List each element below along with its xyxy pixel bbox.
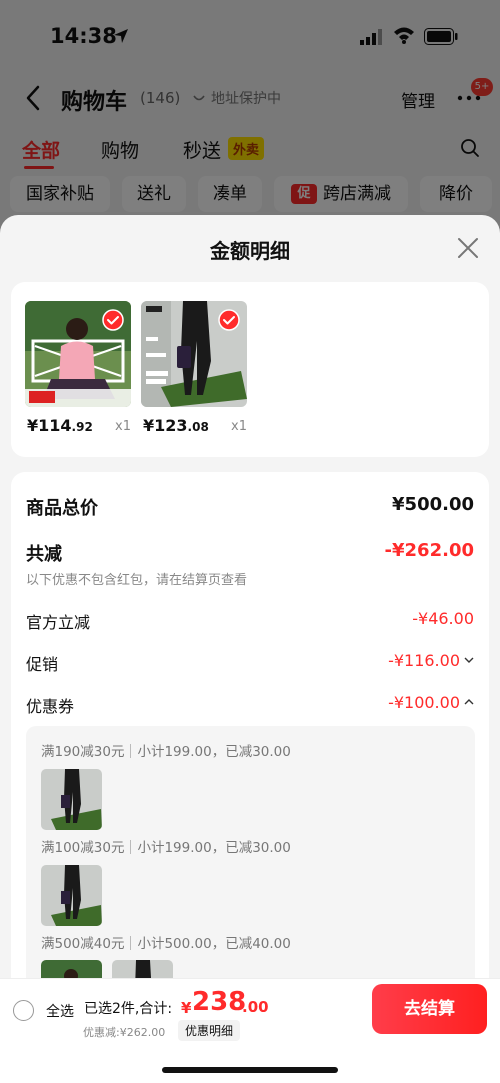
coupon-rule: 满100减30元 (41, 840, 125, 856)
sheet-title: 金额明细 (210, 239, 290, 263)
modal-overlay[interactable] (0, 0, 500, 240)
amount-detail-sheet: 金额明细 ¥114.92 x1 ¥123.08 x1 商品总价 ¥500.00 … (0, 215, 500, 1083)
coupon-detail: 小计500.00，已减40.00 (137, 936, 291, 952)
price-int: ¥123 (143, 416, 188, 435)
product-qty: x1 (115, 419, 131, 434)
product-price: ¥114.92 (27, 416, 93, 435)
coupon-line: 满190减30元 小计199.00，已减30.00 (41, 740, 291, 760)
divider (130, 744, 132, 758)
total-decimal: .00 (242, 998, 269, 1016)
check-selected-icon (218, 309, 240, 331)
select-all-label[interactable]: 全选 (46, 1001, 74, 1021)
coupon-rule: 满190减30元 (41, 744, 125, 760)
home-indicator (162, 1067, 338, 1073)
total-label: 商品总价 (26, 498, 98, 519)
price-dec: .08 (187, 420, 209, 434)
check-selected-icon (102, 309, 124, 331)
discount-detail-button[interactable]: 优惠明细 (178, 1020, 241, 1041)
divider (130, 936, 132, 950)
discount-total-label: 共减 (26, 544, 62, 565)
coupon-row[interactable]: -¥100.00 (388, 693, 474, 712)
price-int: ¥114 (27, 416, 72, 435)
discount-note: 以下优惠不包含红包，请在结算页查看 (26, 573, 248, 588)
divider (130, 840, 132, 854)
total-currency: ¥ (181, 999, 192, 1017)
checkout-bar: 全选 已选2件,合计: ¥ 238 .00 优惠减:¥262.00 优惠明细 去… (0, 978, 500, 1083)
official-discount-value: -¥46.00 (412, 609, 474, 628)
select-all-radio[interactable] (13, 1000, 34, 1021)
coupon-product-image (41, 865, 102, 926)
coupon-label: 优惠券 (26, 697, 75, 716)
total-amount: 238 (192, 987, 247, 1017)
discount-summary: 优惠减:¥262.00 (83, 1026, 166, 1039)
promo-label: 促销 (26, 655, 59, 674)
checkout-button[interactable]: 去结算 (372, 984, 487, 1034)
coupon-detail: 小计199.00，已减30.00 (137, 744, 291, 760)
chevron-down-icon (464, 657, 474, 663)
product-price: ¥123.08 (143, 416, 209, 435)
chevron-up-icon (464, 699, 474, 705)
close-icon[interactable] (456, 236, 480, 260)
promo-value: -¥116.00 (388, 651, 460, 670)
coupon-line: 满100减30元 小计199.00，已减30.00 (41, 836, 291, 856)
coupon-product-image (41, 769, 102, 830)
coupon-rule: 满500减40元 (41, 936, 125, 952)
price-dec: .92 (71, 420, 93, 434)
total-value: ¥500.00 (392, 494, 474, 515)
selected-products-card: ¥114.92 x1 ¥123.08 x1 (11, 282, 489, 457)
coupon-line: 满500减40元 小计500.00，已减40.00 (41, 932, 291, 952)
promo-row[interactable]: -¥116.00 (388, 651, 474, 670)
discount-total-value: -¥262.00 (384, 540, 474, 561)
coupon-value: -¥100.00 (388, 693, 460, 712)
coupon-detail: 小计199.00，已减30.00 (137, 840, 291, 856)
selection-summary: 已选2件,合计: (84, 1001, 173, 1017)
product-qty: x1 (231, 419, 247, 434)
official-discount-label: 官方立减 (26, 613, 91, 632)
